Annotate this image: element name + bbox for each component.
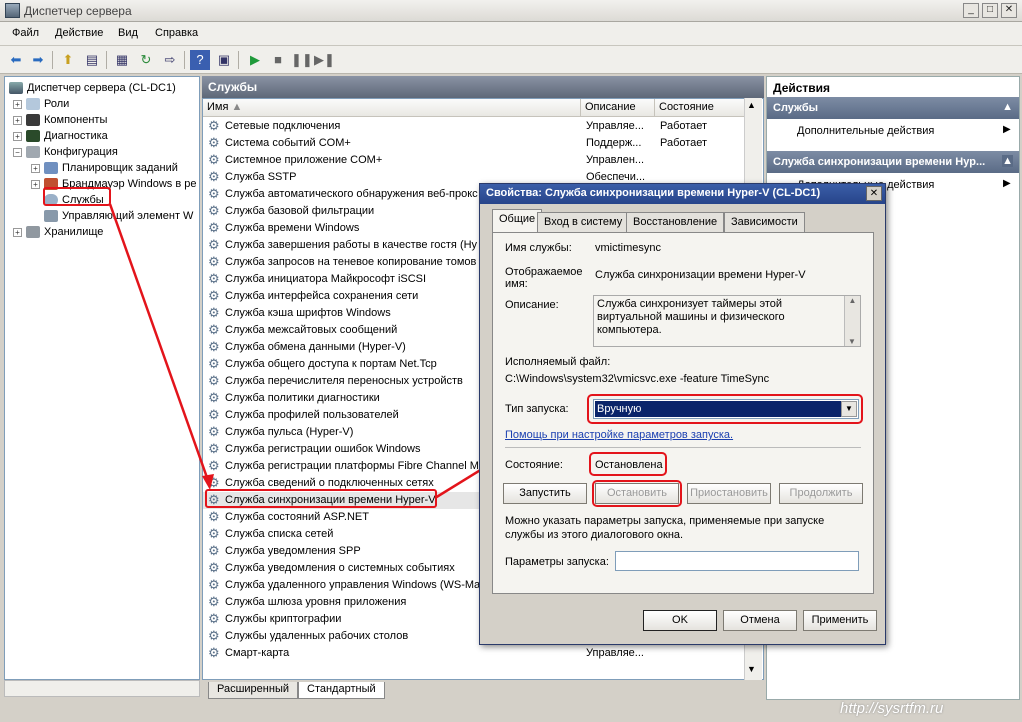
tab-general[interactable]: Общие	[492, 209, 543, 233]
start-params-hint: Можно указать параметры запуска, применя…	[505, 515, 825, 541]
description-text: Служба синхронизует таймеры этой виртуал…	[597, 298, 785, 336]
service-name-label: Имя службы:	[505, 242, 572, 254]
scroll-up-icon[interactable]: ▲	[845, 296, 860, 305]
tab-dependencies[interactable]: Зависимости	[724, 212, 805, 232]
apply-button[interactable]: Применить	[803, 610, 877, 631]
highlight-startup-type	[587, 394, 863, 424]
start-button[interactable]: Запустить	[503, 483, 587, 504]
annotation-arrow	[108, 203, 212, 487]
highlight-selected-service	[205, 489, 437, 508]
start-params-label: Параметры запуска:	[505, 556, 609, 568]
pause-button[interactable]: Приостановить	[687, 483, 771, 504]
dialog-close-icon[interactable]: ✕	[866, 186, 882, 201]
dialog-title: Свойства: Служба синхронизации времени H…	[480, 184, 885, 204]
highlight-stop-button	[592, 480, 682, 507]
tab-recovery[interactable]: Восстановление	[626, 212, 725, 232]
exe-path-value: C:\Windows\system32\vmicsvc.exe -feature…	[505, 373, 770, 385]
separator	[505, 447, 861, 448]
description-box[interactable]: Служба синхронизует таймеры этой виртуал…	[593, 295, 861, 347]
tab-general-content: Имя службы: vmictimesync Отображаемое им…	[492, 232, 874, 594]
display-name-label-line2: имя:	[505, 278, 528, 290]
startup-type-label: Тип запуска:	[505, 403, 569, 415]
startup-help-link[interactable]: Помощь при настройке параметров запуска.	[505, 429, 733, 441]
description-label: Описание:	[505, 299, 559, 311]
watermark: http://sysrtfm.ru	[840, 700, 944, 717]
properties-dialog: Свойства: Служба синхронизации времени H…	[479, 183, 886, 645]
cancel-button[interactable]: Отмена	[723, 610, 797, 631]
display-name-value: Служба синхронизации времени Hyper-V	[595, 269, 806, 281]
tab-logon[interactable]: Вход в систему	[537, 212, 630, 232]
highlight-services-node	[43, 187, 111, 206]
resume-button[interactable]: Продолжить	[779, 483, 863, 504]
exe-label: Исполняемый файл:	[505, 356, 611, 368]
start-params-input[interactable]	[615, 551, 859, 571]
display-name-label-line1: Отображаемое	[505, 266, 583, 278]
state-label: Состояние:	[505, 459, 563, 471]
ok-button[interactable]: OK	[643, 610, 717, 631]
annotation-arrowhead	[202, 474, 214, 490]
highlight-state	[589, 452, 667, 476]
scroll-down-icon[interactable]: ▼	[845, 337, 859, 346]
service-name-value: vmictimesync	[595, 242, 662, 254]
